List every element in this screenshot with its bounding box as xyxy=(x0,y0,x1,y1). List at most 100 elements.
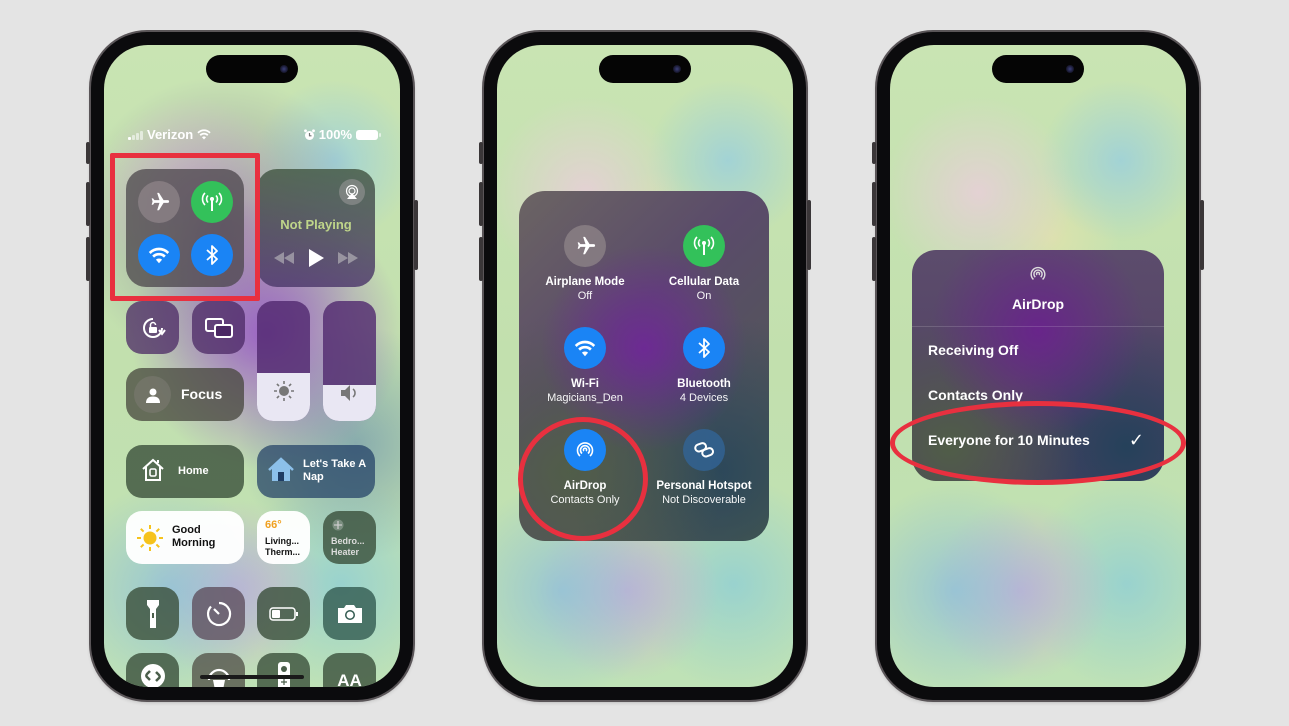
option-label: Contacts Only xyxy=(928,387,1023,403)
wifi-item[interactable]: Wi-Fi Magicians_Den xyxy=(525,327,645,406)
hotspot-icon xyxy=(694,442,715,458)
rewind-icon[interactable] xyxy=(274,252,294,264)
heater-line2: Heater xyxy=(331,547,360,557)
bluetooth-icon xyxy=(698,338,710,358)
personal-hotspot-toggle[interactable] xyxy=(683,429,725,471)
sun-icon xyxy=(137,525,163,551)
dynamic-island xyxy=(992,55,1084,83)
battery-percent: 100% xyxy=(318,127,352,142)
phone-connectivity-expanded: Airplane Mode Off Cellular Data On Wi-Fi… xyxy=(479,32,811,700)
side-button xyxy=(807,200,811,270)
orientation-lock-icon xyxy=(142,317,166,338)
heater-label: Bedro... Heater xyxy=(331,536,365,558)
annotation-highlight-ellipse xyxy=(890,401,1186,485)
low-power-icon xyxy=(268,606,298,621)
bluetooth-toggle[interactable] xyxy=(683,327,725,369)
thermostat-label: Living... Therm... xyxy=(265,536,300,558)
shazam-button[interactable] xyxy=(126,653,179,687)
thermostat-tile[interactable]: 66° Living... Therm... xyxy=(257,511,310,564)
wifi-title: Wi-Fi xyxy=(571,378,599,390)
volume-icon xyxy=(339,384,361,407)
flashlight-button[interactable] xyxy=(126,587,179,640)
airplane-mode-title: Airplane Mode xyxy=(545,276,625,288)
bluetooth-title: Bluetooth xyxy=(677,378,731,390)
cellular-data-status: On xyxy=(696,290,712,302)
play-icon[interactable] xyxy=(308,249,324,267)
timer-button[interactable] xyxy=(192,587,245,640)
home-button[interactable]: Home xyxy=(126,445,244,498)
flashlight-icon xyxy=(146,599,159,628)
phone-control-center: Verizon 100% Not Playing Focus Home Let'… xyxy=(86,32,418,700)
annotation-highlight-circle xyxy=(518,417,648,541)
volume-up-button xyxy=(479,182,483,226)
airplane-mode-toggle[interactable] xyxy=(564,225,606,267)
house-icon xyxy=(268,457,294,481)
hearing-button[interactable] xyxy=(192,653,245,687)
thermostat-line1: Living... xyxy=(265,536,300,546)
bluetooth-item[interactable]: Bluetooth 4 Devices xyxy=(644,327,764,406)
low-power-button[interactable] xyxy=(257,587,310,640)
person-icon xyxy=(145,388,160,403)
battery-icon xyxy=(356,129,381,140)
scene-label: Let's Take A Nap xyxy=(303,458,366,484)
home-indicator[interactable] xyxy=(200,675,304,679)
action-button xyxy=(86,142,90,164)
airplane-icon xyxy=(577,236,596,255)
thermostat-temp: 66° xyxy=(265,519,282,531)
action-button xyxy=(479,142,483,164)
cellular-icon xyxy=(693,236,715,255)
cellular-data-item[interactable]: Cellular Data On xyxy=(644,225,764,304)
focus-label: Focus xyxy=(181,386,223,402)
personal-hotspot-item[interactable]: Personal Hotspot Not Discoverable xyxy=(644,429,764,508)
phone-airdrop-menu: AirDrop Receiving Off Contacts Only Ever… xyxy=(872,32,1204,700)
camera-button[interactable] xyxy=(323,587,376,640)
remote-button[interactable] xyxy=(257,653,310,687)
scene-label-line1: Let's Take A xyxy=(303,458,367,470)
volume-down-button xyxy=(479,237,483,281)
now-playing-status: Not Playing xyxy=(280,217,352,232)
cellular-data-title: Cellular Data xyxy=(668,276,740,288)
personal-hotspot-status: Not Discoverable xyxy=(662,494,746,506)
screen-mirroring-button[interactable] xyxy=(192,301,245,354)
heater-tile[interactable]: Bedro... Heater xyxy=(323,511,376,564)
home-icon xyxy=(142,458,164,481)
cellular-data-toggle[interactable] xyxy=(683,225,725,267)
thermostat-line2: Therm... xyxy=(265,547,301,557)
airplane-mode-item[interactable]: Airplane Mode Off xyxy=(525,225,645,304)
brightness-slider[interactable] xyxy=(257,301,310,421)
personal-hotspot-title: Personal Hotspot xyxy=(656,480,752,492)
good-morning-scene[interactable]: Good Morning xyxy=(126,511,244,564)
airdrop-option-receiving-off[interactable]: Receiving Off xyxy=(928,342,1148,364)
focus-button[interactable]: Focus xyxy=(126,368,244,421)
airplay-icon xyxy=(345,184,359,199)
text-size-button[interactable]: AA xyxy=(323,653,376,687)
side-button xyxy=(1200,200,1204,270)
dynamic-island xyxy=(206,55,298,83)
volume-slider[interactable] xyxy=(323,301,376,421)
volume-down-button xyxy=(86,237,90,281)
camera-icon xyxy=(337,604,362,623)
home-indicator[interactable] xyxy=(593,675,697,679)
scene-button[interactable]: Let's Take A Nap xyxy=(257,445,375,498)
orientation-lock-button[interactable] xyxy=(126,301,179,354)
wifi-toggle[interactable] xyxy=(564,327,606,369)
home-indicator[interactable] xyxy=(986,675,1090,679)
good-morning-line2: Morning xyxy=(172,537,216,549)
airplay-button[interactable] xyxy=(339,179,365,205)
annotation-highlight-box xyxy=(110,153,260,301)
timer-icon xyxy=(206,601,231,626)
now-playing-module[interactable]: Not Playing xyxy=(257,169,375,287)
screen: AirDrop Receiving Off Contacts Only Ever… xyxy=(890,45,1186,687)
camera-icon xyxy=(1066,65,1074,73)
scene-label-line2: Nap xyxy=(303,471,324,483)
camera-icon xyxy=(280,65,288,73)
screen-mirroring-icon xyxy=(204,317,233,338)
fast-forward-icon[interactable] xyxy=(338,252,358,264)
option-label: Receiving Off xyxy=(928,342,1019,358)
wifi-icon xyxy=(197,129,211,140)
alarm-icon xyxy=(303,128,315,140)
fan-icon xyxy=(332,519,344,531)
camera-icon xyxy=(673,65,681,73)
remote-icon xyxy=(277,662,290,687)
home-label: Home xyxy=(178,465,209,477)
